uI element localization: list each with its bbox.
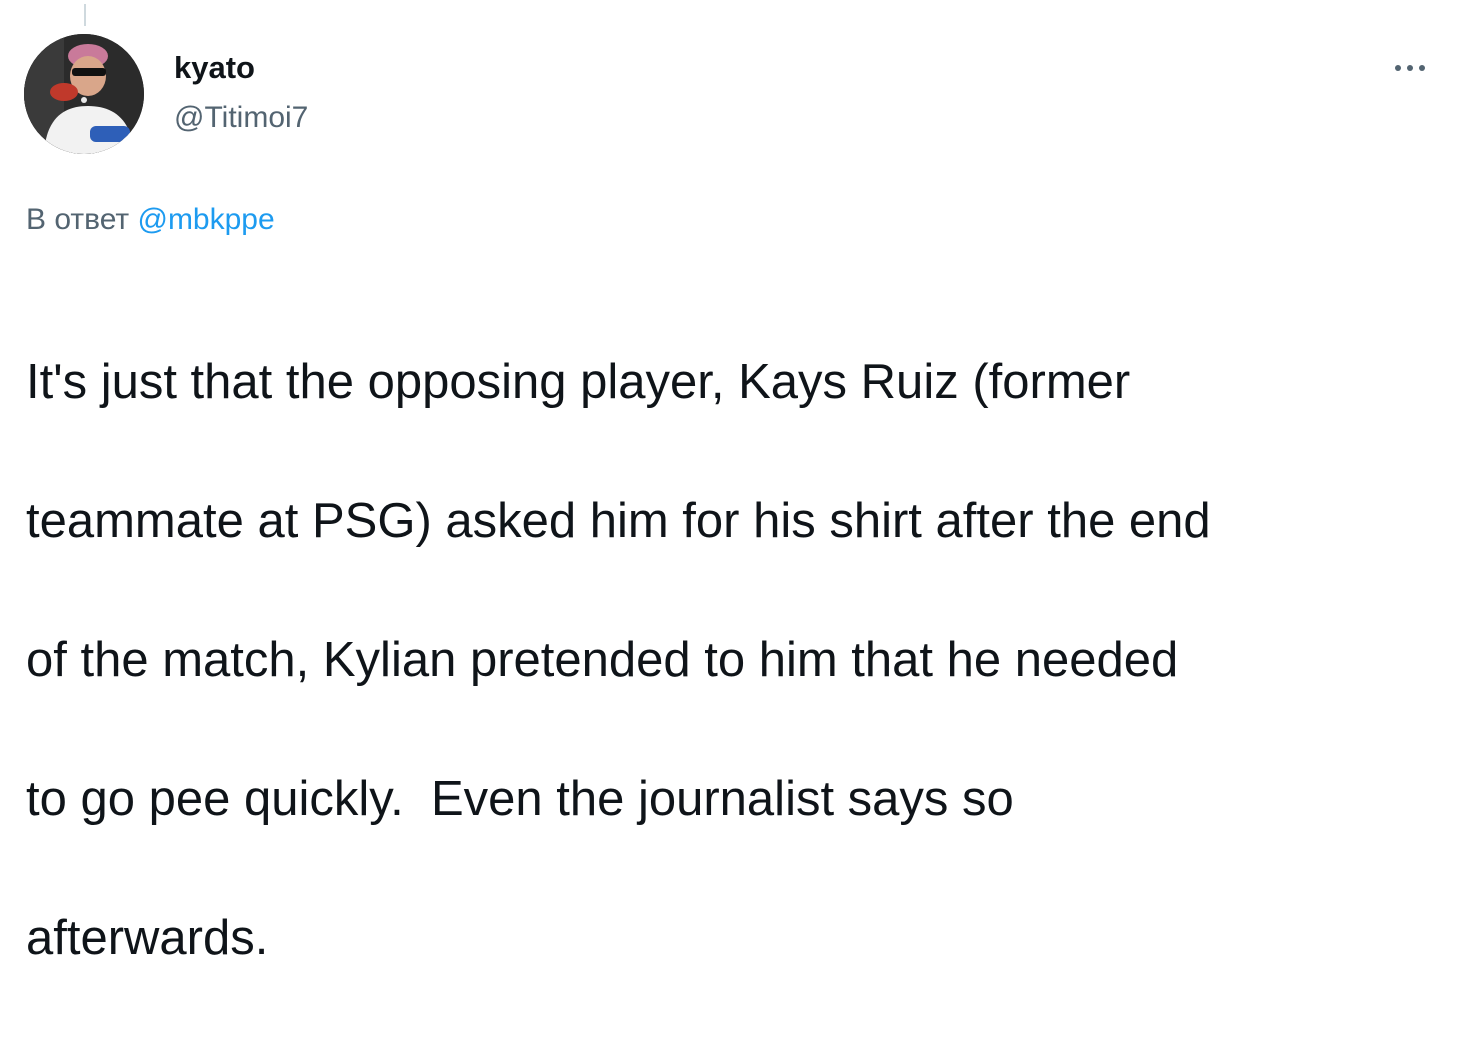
tweet-text-line: afterwards. <box>26 910 269 965</box>
thread-connector-line <box>84 4 86 26</box>
tweet-text-line: to go pee quickly. Even the journalist s… <box>26 771 1014 826</box>
reply-context: В ответ @mbkppe <box>26 200 275 240</box>
author-display-name[interactable]: kyato <box>174 48 255 88</box>
reply-prefix: В ответ <box>26 203 130 236</box>
avatar[interactable] <box>24 34 144 154</box>
author-handle[interactable]: @Titimoi7 <box>174 98 308 138</box>
more-options-button[interactable] <box>1390 50 1430 86</box>
tweet-text: It's just that the opposing player, Kays… <box>26 278 1436 1043</box>
tweet-text-line: It's just that the opposing player, Kays… <box>26 354 1131 409</box>
reply-mention-link[interactable]: @mbkppe <box>137 203 274 236</box>
avatar-photo <box>24 34 144 154</box>
tweet-text-line: of the match, Kylian pretended to him th… <box>26 632 1179 687</box>
more-horizontal-icon <box>1395 65 1425 71</box>
tweet-text-line: teammate at PSG) asked him for his shirt… <box>26 493 1211 548</box>
